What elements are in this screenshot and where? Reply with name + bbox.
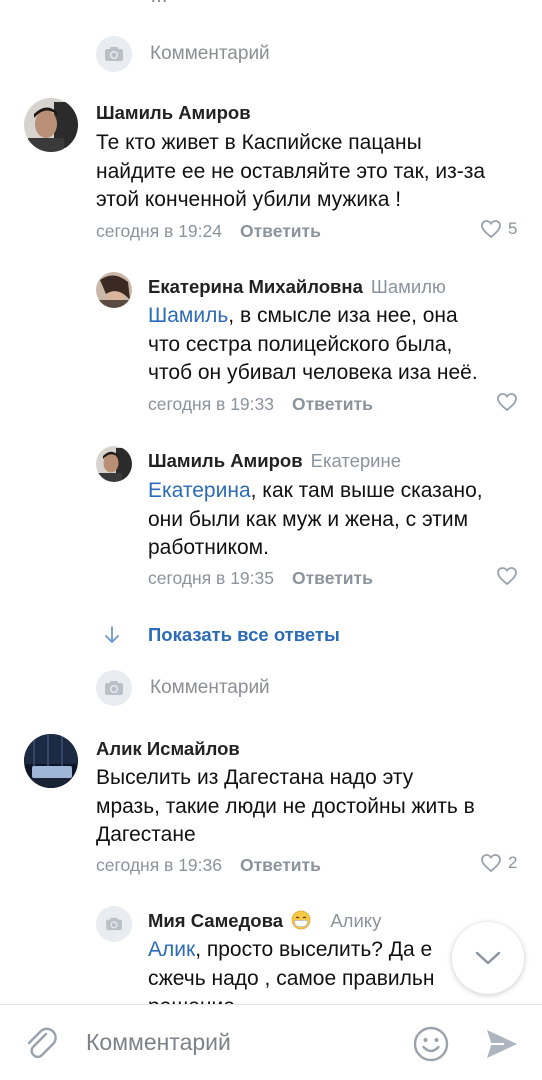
reply-button[interactable]: Ответить <box>292 568 373 588</box>
mention-link[interactable]: Шамиль <box>148 304 228 327</box>
author-name[interactable]: Шамиль Амиров <box>148 450 303 471</box>
mention-link[interactable]: Екатерина <box>148 479 251 502</box>
like-button[interactable] <box>496 566 518 586</box>
comment-header: Алик Исмайлов <box>96 738 240 760</box>
comments-feed[interactable]: … Комментарий Шамиль Амиров Те кто живет… <box>0 0 542 1004</box>
show-all-replies-button[interactable]: Показать все ответы <box>104 620 340 650</box>
add-comment-prompt[interactable]: Комментарий <box>96 668 270 708</box>
paperclip-icon <box>27 1027 57 1059</box>
heart-icon <box>497 567 517 586</box>
smile-icon <box>413 1026 449 1062</box>
comment-time: сегодня в 19:35 <box>148 568 274 588</box>
camera-icon <box>96 670 132 706</box>
send-icon <box>487 1030 517 1058</box>
comment-header: Мия Самедова Алику <box>148 910 381 932</box>
reply-to-name[interactable]: Екатерине <box>311 450 401 471</box>
reply-button[interactable]: Ответить <box>292 394 373 414</box>
mention-link[interactable]: Алик <box>148 938 195 961</box>
send-button[interactable] <box>484 1027 520 1066</box>
author-name[interactable]: Шамиль Амиров <box>96 102 251 123</box>
avatar[interactable] <box>96 446 132 482</box>
heart-icon <box>481 854 501 873</box>
comment-text: Шамиль, в смысле иза нее, она что сестра… <box>148 304 478 384</box>
attach-button[interactable] <box>24 1025 58 1068</box>
comment-text: Екатерина, как там выше сказано, они был… <box>148 479 483 559</box>
comment-header: Шамиль Амиров Екатерине <box>148 450 401 472</box>
emoji-button[interactable] <box>412 1025 450 1068</box>
scroll-to-bottom-button[interactable] <box>452 922 524 994</box>
clipped-comment-meta: … <box>0 0 542 6</box>
masked-face-emoji <box>291 910 311 930</box>
chevron-down-icon <box>475 951 501 965</box>
comment-composer: Комментарий <box>0 1004 542 1080</box>
comment-meta: сегодня в 19:33 Ответить <box>148 394 373 415</box>
avatar[interactable] <box>96 272 132 308</box>
comment-meta: сегодня в 19:35 Ответить <box>148 568 373 589</box>
comment-time: сегодня в 19:36 <box>96 855 222 875</box>
reply-button[interactable]: Ответить <box>240 221 321 241</box>
comment-input[interactable]: Комментарий <box>86 1029 231 1056</box>
camera-icon <box>96 36 132 72</box>
comment-header: Екатерина Михайловна Шамилю <box>148 276 446 298</box>
avatar[interactable] <box>24 734 78 788</box>
comment-meta: сегодня в 19:24 Ответить <box>96 221 321 242</box>
reply-to-name[interactable]: Алику <box>330 910 381 931</box>
reply-button[interactable]: Ответить <box>240 855 321 875</box>
comment-time: сегодня в 19:33 <box>148 394 274 414</box>
camera-placeholder-avatar[interactable] <box>96 906 132 942</box>
like-count: 2 <box>508 853 518 872</box>
add-comment-prompt[interactable]: Комментарий <box>96 34 270 74</box>
comment-text: Выселить из Дагестана надо эту мразь, та… <box>96 766 475 846</box>
like-count: 5 <box>508 219 518 238</box>
author-name[interactable]: Екатерина Михайловна <box>148 276 363 297</box>
author-name[interactable]: Мия Самедова <box>148 910 283 931</box>
add-comment-label: Комментарий <box>150 677 270 698</box>
author-name[interactable]: Алик Исмайлов <box>96 738 240 759</box>
like-button[interactable]: 5 <box>480 219 517 239</box>
comment-text: Те кто живет в Каспийске пацаны найдите … <box>96 131 486 211</box>
like-button[interactable]: 2 <box>480 853 517 873</box>
comment-header: Шамиль Амиров <box>96 102 251 124</box>
comment-meta: сегодня в 19:36 Ответить <box>96 855 321 876</box>
arrow-down-icon <box>105 626 119 643</box>
heart-icon <box>497 393 517 412</box>
comment-text: Алик, просто выселить? Да е сжечь надо ,… <box>148 938 435 1004</box>
camera-icon <box>106 917 122 931</box>
avatar[interactable] <box>24 98 78 152</box>
reply-to-name[interactable]: Шамилю <box>371 276 446 297</box>
comment-time: сегодня в 19:24 <box>96 221 222 241</box>
like-button[interactable] <box>496 392 518 412</box>
add-comment-label: Комментарий <box>150 43 270 64</box>
heart-icon <box>481 220 501 239</box>
